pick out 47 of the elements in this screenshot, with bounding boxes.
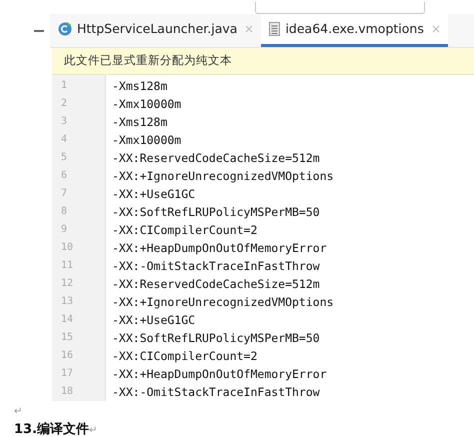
- line-number: 2: [60, 97, 68, 111]
- line-number: 14: [60, 313, 74, 327]
- code-line: -XX:+HeapDumpOnOutOfMemoryError: [112, 366, 328, 383]
- code-line: -XX:CICompilerCount=2: [112, 348, 258, 365]
- code-line: -XX:-OmitStackTraceInFastThrow: [112, 384, 321, 401]
- code-line: -XX:+UseG1GC: [112, 312, 196, 329]
- line-number: 4: [60, 133, 68, 147]
- code-line: -XX:+IgnoreUnrecognizedVMOptions: [112, 168, 335, 185]
- line-number: 11: [60, 259, 74, 273]
- code-line: -XX:+IgnoreUnrecognizedVMOptions: [112, 294, 335, 311]
- paragraph-mark: ↵: [89, 424, 98, 437]
- notification-banner: 此文件已显式重新分配为纯文本: [52, 48, 474, 75]
- line-number: 16: [60, 349, 74, 363]
- line-number: 3: [60, 115, 68, 129]
- line-number: 13: [60, 295, 74, 309]
- close-icon[interactable]: [432, 25, 440, 33]
- line-number: 8: [60, 205, 68, 219]
- code-line: -XX:+UseG1GC: [112, 186, 196, 203]
- line-number: 18: [60, 385, 74, 399]
- document-heading: 13.编译文件: [14, 420, 90, 437]
- close-icon[interactable]: [245, 25, 254, 33]
- line-number: 15: [60, 331, 74, 345]
- line-number: 7: [60, 187, 68, 201]
- class-icon: [58, 22, 72, 36]
- code-line: -Xmx10000m: [112, 132, 182, 149]
- code-line: -XX:CICompilerCount=2: [112, 222, 258, 239]
- code-line: -XX:-OmitStackTraceInFastThrow: [112, 258, 321, 275]
- line-number: 6: [60, 169, 68, 183]
- code-line: -XX:ReservedCodeCacheSize=512m: [112, 150, 321, 167]
- line-number: 1: [60, 79, 68, 93]
- line-number: 10: [60, 241, 74, 255]
- code-line: -XX:SoftRefLRUPolicyMSPerMB=50: [112, 330, 321, 347]
- minimize-icon[interactable]: [34, 30, 44, 32]
- editor-tab[interactable]: HttpServiceLauncher.java: [50, 14, 262, 47]
- code-line: -XX:SoftRefLRUPolicyMSPerMB=50: [112, 204, 321, 221]
- code-line: -XX:ReservedCodeCacheSize=512m: [112, 276, 321, 293]
- line-number: 5: [60, 151, 68, 165]
- paragraph-mark: ↵: [14, 405, 24, 419]
- line-number: 12: [60, 277, 74, 291]
- line-number: 9: [60, 223, 68, 237]
- code-line: -Xms128m: [112, 114, 168, 131]
- editor-tab[interactable]: idea64.exe.vmoptions: [261, 14, 448, 47]
- code-line: -Xmx10000m: [112, 96, 182, 113]
- code-line: -Xms128m: [112, 78, 168, 95]
- file-icon: [269, 22, 280, 36]
- code-line: -XX:+HeapDumpOnOutOfMemoryError: [112, 240, 328, 257]
- line-number: 17: [60, 367, 74, 381]
